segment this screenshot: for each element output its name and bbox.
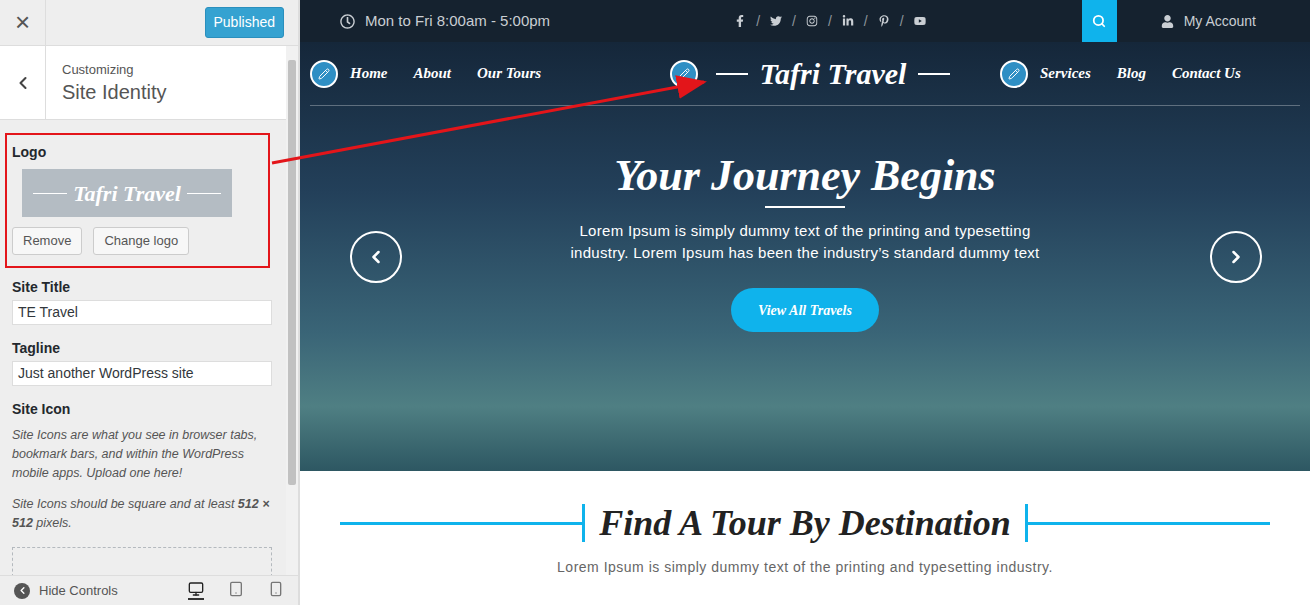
edit-logo[interactable] bbox=[670, 60, 698, 88]
site-icon-size-note: Site Icons should be square and at least… bbox=[12, 495, 272, 533]
edit-menu-right[interactable] bbox=[1000, 60, 1028, 88]
logo-control: Logo Tafri Travel Remove Change logo bbox=[5, 133, 270, 268]
separator: / bbox=[756, 11, 760, 32]
nav-link[interactable]: Services bbox=[1040, 62, 1091, 85]
facebook-icon[interactable] bbox=[734, 15, 746, 27]
pinterest-icon[interactable] bbox=[878, 15, 890, 27]
field-input[interactable]: TE Travel bbox=[12, 300, 272, 325]
site-icon-label: Site Icon bbox=[12, 400, 272, 418]
separator: / bbox=[828, 11, 832, 32]
clock-icon bbox=[340, 14, 355, 29]
nav-link[interactable]: Home bbox=[350, 62, 388, 85]
hide-controls[interactable]: Hide Controls bbox=[14, 581, 118, 601]
chevron-left-icon bbox=[13, 73, 33, 93]
site-logo[interactable]: Tafri Travel bbox=[716, 56, 951, 92]
search-icon bbox=[1092, 14, 1106, 28]
site-icon-description: Site Icons are what you see in browser t… bbox=[12, 426, 272, 483]
section-title: Site Identity bbox=[62, 79, 167, 105]
twitter-icon[interactable] bbox=[770, 15, 782, 27]
hero-text: Lorem Ipsum is simply dummy text of the … bbox=[550, 220, 1060, 264]
instagram-icon[interactable] bbox=[806, 15, 818, 27]
mobile-icon bbox=[268, 581, 284, 597]
hero-title: Your Journey Begins bbox=[614, 150, 995, 202]
edit-menu-left[interactable] bbox=[310, 60, 338, 88]
my-account[interactable]: My Account bbox=[1161, 11, 1256, 32]
back-button[interactable] bbox=[0, 46, 46, 119]
device-button[interactable] bbox=[228, 581, 244, 600]
user-icon bbox=[1161, 15, 1174, 28]
top-bar: Mon to Fri 8:00am - 5:00pm / / / / / My Accoun… bbox=[300, 0, 1310, 42]
close-button[interactable]: × bbox=[0, 0, 46, 45]
desktop-icon bbox=[188, 581, 204, 597]
scrollbar[interactable] bbox=[286, 46, 298, 575]
linkedin-icon[interactable] bbox=[842, 15, 854, 27]
customizer-footer: Hide Controls bbox=[0, 575, 298, 605]
section-subtitle: Lorem Ipsum is simply dummy text of the … bbox=[300, 557, 1310, 578]
section-title: Find A Tour By Destination bbox=[585, 501, 1024, 545]
site-preview: Mon to Fri 8:00am - 5:00pm / / / / / My Accoun… bbox=[300, 0, 1310, 605]
field-input[interactable]: Just another WordPress site bbox=[12, 361, 272, 386]
nav-link[interactable]: Contact Us bbox=[1172, 62, 1241, 85]
device-button[interactable] bbox=[188, 581, 204, 600]
logo-label: Logo bbox=[12, 143, 263, 161]
pencil-icon bbox=[678, 68, 690, 80]
text-field: Site Title TE Travel bbox=[12, 278, 272, 325]
hero: Home About Our Tours Tafri Travel Services Bl… bbox=[300, 42, 1310, 471]
slider-next[interactable] bbox=[1210, 231, 1262, 283]
nav-link[interactable]: Blog bbox=[1117, 62, 1146, 85]
annotation-arrow-icon bbox=[0, 0, 1310, 605]
section-content: Logo Tafri Travel Remove Change logo Site Ti… bbox=[0, 120, 286, 575]
search-button[interactable] bbox=[1082, 0, 1117, 42]
hours: Mon to Fri 8:00am - 5:00pm bbox=[340, 10, 550, 33]
chevron-left-icon bbox=[366, 247, 386, 267]
pencil-icon bbox=[1008, 68, 1020, 80]
section-header: CustomizingSite Identity bbox=[0, 46, 286, 120]
logo-button[interactable]: Change logo bbox=[93, 227, 189, 255]
tablet-icon bbox=[228, 581, 244, 597]
breadcrumb: Customizing bbox=[62, 61, 167, 79]
customizer-panel: × Published CustomizingSite Identity Logo Ta… bbox=[0, 0, 300, 605]
site-icon-dropzone[interactable] bbox=[12, 547, 272, 575]
device-button[interactable] bbox=[268, 581, 284, 600]
customizer-header: × Published bbox=[0, 0, 298, 46]
field-label: Tagline bbox=[12, 339, 272, 357]
publish-button[interactable]: Published bbox=[205, 7, 285, 38]
hero-content: Your Journey Begins Lorem Ipsum is simply… bbox=[300, 106, 1310, 332]
pencil-icon bbox=[318, 68, 330, 80]
nav-link[interactable]: Our Tours bbox=[477, 62, 541, 85]
separator: / bbox=[864, 11, 868, 32]
collapse-icon bbox=[17, 585, 28, 596]
field-label: Site Title bbox=[12, 278, 272, 296]
text-field: Tagline Just another WordPress site bbox=[12, 339, 272, 386]
logo-button[interactable]: Remove bbox=[12, 227, 82, 255]
chevron-right-icon bbox=[1226, 247, 1246, 267]
scrollbar-thumb[interactable] bbox=[288, 60, 296, 485]
logo-preview: Tafri Travel bbox=[22, 169, 232, 217]
separator: / bbox=[792, 11, 796, 32]
slider-prev[interactable] bbox=[350, 231, 402, 283]
separator: / bbox=[900, 11, 904, 32]
destinations-section: Find A Tour By Destination Lorem Ipsum is… bbox=[300, 471, 1310, 605]
main-nav: Home About Our Tours Tafri Travel Services Bl… bbox=[310, 42, 1300, 106]
youtube-icon[interactable] bbox=[914, 15, 926, 27]
nav-link[interactable]: About bbox=[414, 62, 452, 85]
site-icon-control: Site Icon Site Icons are what you see in … bbox=[12, 400, 272, 575]
app: × Published CustomizingSite Identity Logo Ta… bbox=[0, 0, 1310, 605]
view-all-button[interactable]: View All Travels bbox=[731, 288, 879, 332]
social-links: / / / / / bbox=[550, 11, 1020, 32]
